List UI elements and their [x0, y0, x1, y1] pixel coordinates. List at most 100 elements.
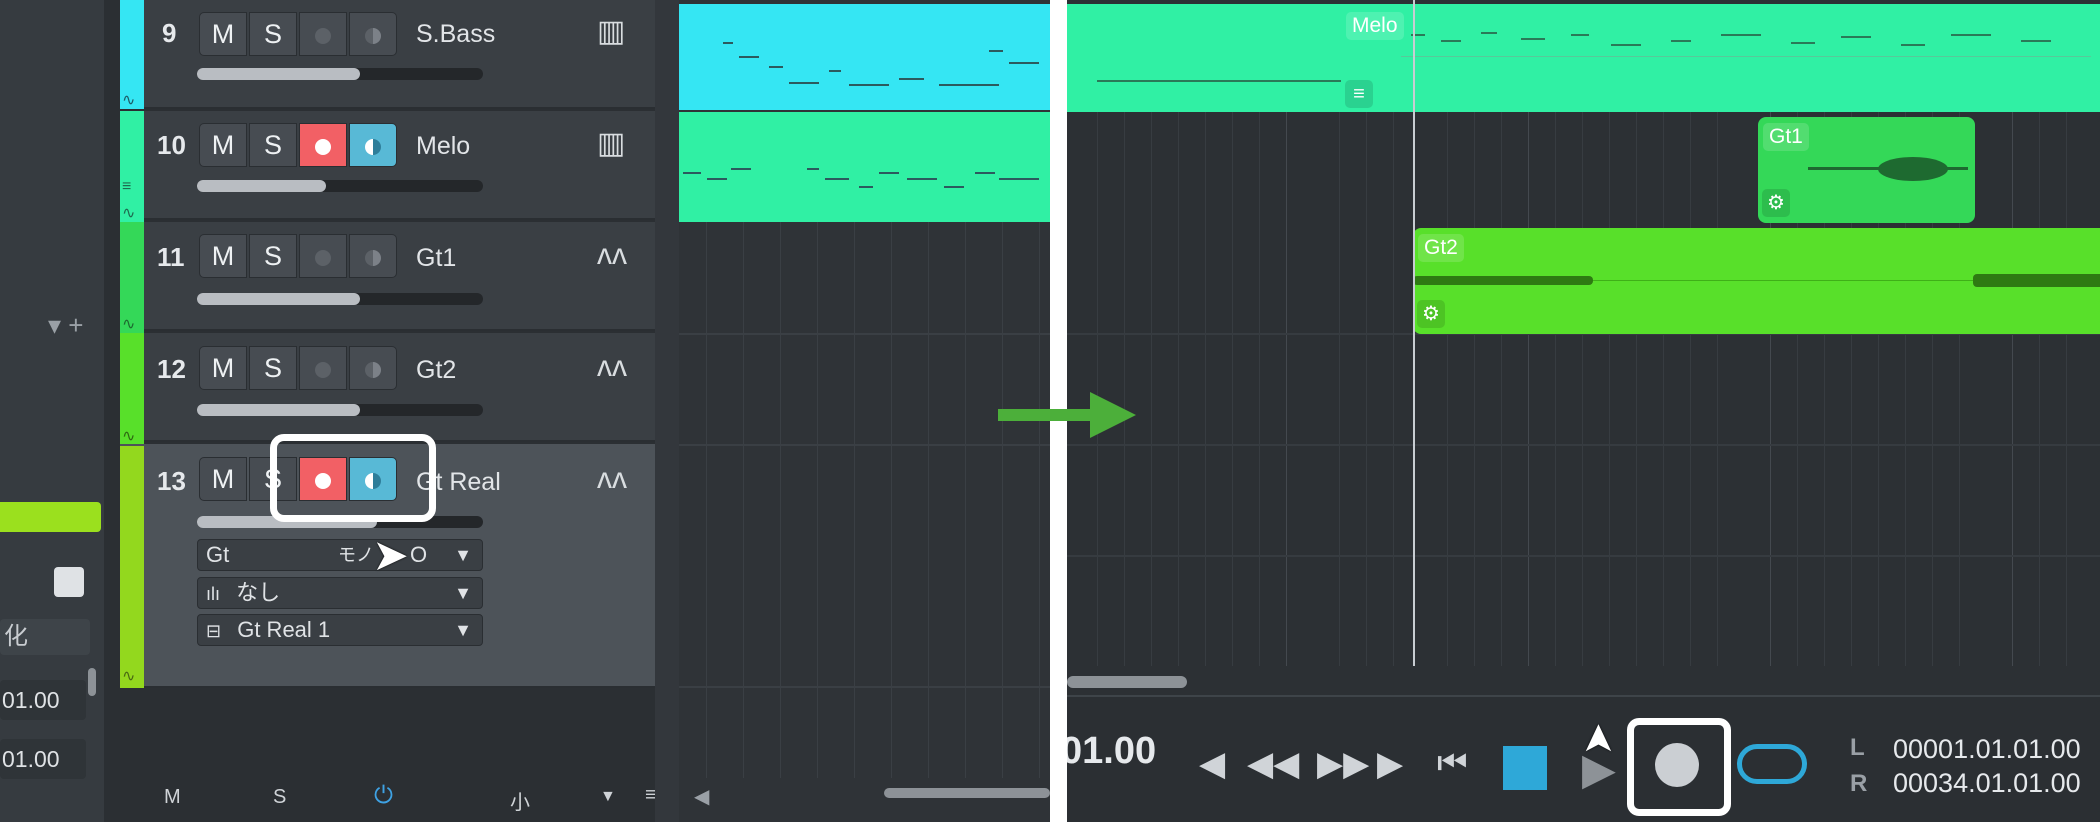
forward-icon[interactable]: ▶: [1377, 744, 1403, 784]
fast-forward-icon[interactable]: ▶▶: [1317, 744, 1369, 784]
record-enable-button[interactable]: [299, 346, 347, 390]
input-mode-label: モノ: [338, 545, 374, 565]
monitor-button[interactable]: [349, 346, 397, 390]
volume-fader[interactable]: [197, 180, 483, 192]
inspector-checkbox[interactable]: [54, 567, 84, 597]
clip-sbass[interactable]: [679, 4, 1050, 110]
monitor-icon: [365, 138, 381, 155]
monitor-button[interactable]: [349, 123, 397, 167]
automation-icon: ∿: [122, 428, 136, 445]
automation-icon: ∿: [122, 92, 136, 109]
list-icon: ≡: [122, 178, 132, 195]
track-number: 12: [157, 354, 186, 384]
grid-line: [928, 222, 929, 778]
clip-gt2[interactable]: Gt2 ⚙: [1413, 228, 2100, 334]
highlight-box: [1627, 718, 1731, 816]
waveform-icon: ʌʌ: [597, 462, 627, 495]
monitor-button[interactable]: [349, 234, 397, 278]
inspector-scrollbar[interactable]: [88, 668, 96, 696]
track-color-13: [120, 446, 144, 688]
inspector-color-bar: [0, 502, 101, 532]
keyboard-icon: ▥: [597, 15, 626, 48]
pane-divider[interactable]: [655, 0, 679, 822]
inspector-value-1[interactable]: 01.00: [0, 680, 86, 720]
mute-button[interactable]: M: [199, 12, 247, 56]
solo-button[interactable]: S: [249, 123, 297, 167]
volume-fader[interactable]: [197, 404, 483, 416]
row-divider: [679, 333, 1050, 335]
mute-button[interactable]: M: [199, 123, 247, 167]
playhead[interactable]: [1413, 0, 1415, 666]
input-select[interactable]: Gt モノ O ▼: [197, 539, 483, 571]
right-locator-label: R: [1850, 770, 1868, 797]
chevron-down-icon: ▼: [454, 583, 472, 603]
scroll-left-icon[interactable]: ◀: [694, 784, 709, 809]
record-icon: [315, 27, 331, 44]
rewind-icon[interactable]: ◀: [1199, 744, 1225, 784]
track-name[interactable]: Melo: [416, 132, 470, 161]
highlight-box: [270, 434, 436, 522]
clip-melo[interactable]: [679, 112, 1050, 222]
monitor-icon: [365, 249, 381, 266]
output-label: Gt Real 1: [237, 617, 331, 642]
chevron-down-icon[interactable]: ▼: [600, 788, 616, 806]
inspector-value-2[interactable]: 01.00: [0, 739, 86, 779]
right-screenshot-panel: Melo ≡ Gt1 ⚙ Gt2 ⚙ 01.00 ◀ ◀◀ ▶▶ ▶ ⏮ ▶ ➤…: [1067, 0, 2100, 822]
volume-fader[interactable]: [197, 68, 483, 80]
left-locator-label: L: [1850, 734, 1865, 761]
clip-gt1[interactable]: Gt1 ⚙: [1758, 117, 1975, 223]
clip-gt1-label: Gt1: [1763, 123, 1809, 151]
mute-button[interactable]: M: [199, 346, 247, 390]
output-select[interactable]: ⊟ Gt Real 1 ▼: [197, 614, 483, 646]
track-name[interactable]: Gt2: [416, 356, 456, 385]
power-icon[interactable]: ⏻: [374, 782, 393, 810]
monitor-button[interactable]: [349, 12, 397, 56]
loop-icon[interactable]: [1737, 744, 1807, 784]
horizontal-scrollbar[interactable]: [1067, 676, 1187, 688]
grid-line: [1002, 222, 1003, 778]
horizontal-scrollbar[interactable]: [884, 788, 1050, 798]
return-to-start-icon[interactable]: ⏮: [1437, 744, 1468, 783]
track-name[interactable]: S.Bass: [416, 20, 495, 49]
keyboard-icon: ▥: [597, 127, 626, 160]
automation-icon: ∿: [122, 316, 136, 333]
track-name[interactable]: Gt1: [416, 244, 456, 273]
arrow-right-icon: [998, 392, 1136, 438]
plugin-label: なし: [236, 580, 281, 605]
left-locator-time[interactable]: 00001.01.01.00: [1893, 734, 2081, 765]
footer-size-button[interactable]: 小: [510, 786, 530, 815]
fast-rewind-icon[interactable]: ◀◀: [1247, 744, 1299, 784]
chevron-down-icon: ▼: [454, 545, 472, 565]
grid-line: [965, 222, 966, 778]
record-enable-button[interactable]: [299, 123, 347, 167]
grid-line: [780, 222, 781, 778]
mute-button[interactable]: M: [199, 234, 247, 278]
mute-button[interactable]: M: [199, 457, 247, 501]
record-enable-button[interactable]: [299, 234, 347, 278]
solo-button[interactable]: S: [249, 12, 297, 56]
chevron-down-icon: ▼: [454, 620, 472, 640]
mouse-cursor-icon: ➤: [372, 531, 409, 580]
gear-icon[interactable]: ⚙: [1762, 189, 1790, 217]
mouse-cursor-icon: ➤: [1575, 722, 1620, 756]
solo-button[interactable]: S: [249, 346, 297, 390]
gear-icon[interactable]: ⚙: [1417, 300, 1445, 328]
automation-icon: ∿: [122, 668, 136, 685]
solo-button[interactable]: S: [249, 234, 297, 278]
list-icon[interactable]: ≡: [1345, 80, 1373, 108]
instrument-select[interactable]: ılı なし ▼: [197, 577, 483, 609]
inspector-add-icons[interactable]: ▾ +: [48, 310, 83, 341]
output-icon: ⊟: [206, 621, 222, 641]
volume-fader[interactable]: [197, 293, 483, 305]
footer-mute-button[interactable]: M: [164, 786, 181, 809]
clip-melo-label: Melo: [1346, 12, 1404, 40]
track-number: 11: [157, 242, 185, 272]
time-display: 01.00: [1067, 730, 1157, 772]
record-icon: [315, 249, 331, 266]
record-enable-button[interactable]: [299, 12, 347, 56]
inspector-field[interactable]: 化: [0, 619, 90, 655]
footer-solo-button[interactable]: S: [273, 786, 286, 809]
stop-button[interactable]: [1503, 746, 1547, 790]
clip-melo[interactable]: Melo ≡: [1341, 4, 2100, 112]
right-locator-time[interactable]: 00034.01.01.00: [1893, 768, 2081, 799]
